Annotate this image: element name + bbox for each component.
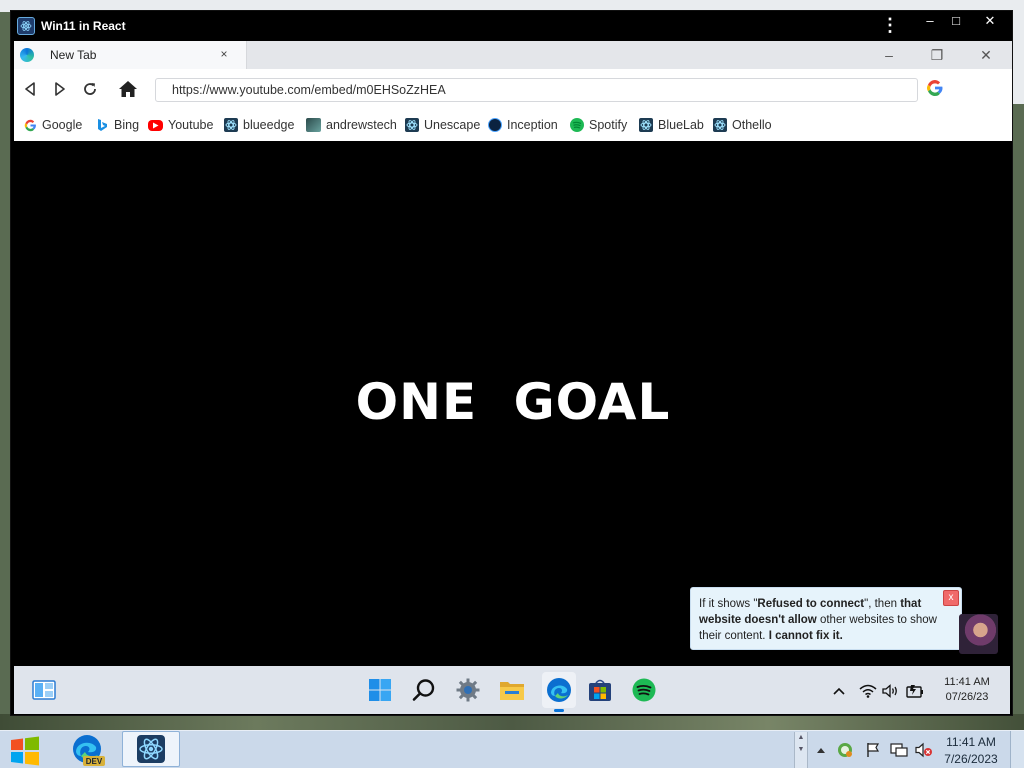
- windows-start-icon[interactable]: [367, 677, 393, 703]
- show-desktop-button[interactable]: [1010, 731, 1024, 768]
- taskbar-time[interactable]: 11:41 AM: [936, 676, 998, 688]
- react-icon: [639, 118, 653, 132]
- file-explorer-icon[interactable]: [499, 677, 525, 703]
- tab-new-tab[interactable]: New Tab ×: [14, 41, 247, 69]
- bookmark-bluelab[interactable]: BlueLab: [639, 117, 704, 133]
- chevron-up-icon[interactable]: [830, 682, 848, 700]
- bookmark-spotify[interactable]: Spotify: [570, 117, 627, 133]
- host-clock-time[interactable]: 11:41 AM: [940, 735, 1002, 749]
- spotify-icon[interactable]: [631, 677, 657, 703]
- react-icon: [405, 118, 419, 132]
- browser-toolbar: https://www.youtube.com/embed/m0EHSoZzHE…: [14, 69, 1012, 109]
- outer-minimize-button[interactable]: –: [917, 13, 943, 29]
- bookmark-label: BlueLab: [658, 118, 704, 132]
- reload-icon[interactable]: [80, 79, 100, 99]
- google-icon: [23, 118, 37, 132]
- widgets-icon[interactable]: [31, 677, 57, 703]
- browser-minimize-button[interactable]: –: [879, 47, 899, 63]
- bookmark-blueedge[interactable]: blueedge: [224, 117, 294, 133]
- edge-icon[interactable]: [542, 672, 576, 708]
- browser: New Tab × – ❐ ✕ https://www.youtube.com/…: [14, 41, 1012, 141]
- edge-dev-badge: DEV: [86, 757, 103, 766]
- active-app-indicator: [554, 709, 564, 712]
- react-icon: [713, 118, 727, 132]
- store-icon[interactable]: [587, 677, 613, 703]
- windows-start-icon[interactable]: [8, 736, 42, 766]
- address-url: https://www.youtube.com/embed/m0EHSoZzHE…: [172, 83, 446, 97]
- edge-icon: [20, 48, 34, 62]
- taskbar-date[interactable]: 07/26/23: [936, 691, 998, 703]
- bookmark-label: Unescape: [424, 118, 481, 132]
- notice-bold-cannot-fix: I cannot fix it.: [768, 630, 843, 642]
- settings-icon[interactable]: [455, 677, 481, 703]
- bookmark-bing[interactable]: Bing: [95, 117, 139, 133]
- avatar: [959, 614, 998, 654]
- action-center-flag-icon[interactable]: [864, 741, 882, 759]
- bookmark-othello[interactable]: Othello: [713, 117, 772, 133]
- google-icon[interactable]: [926, 79, 946, 99]
- taskbar-scroll-button[interactable]: ▲ ▼: [794, 732, 808, 768]
- andrewstech-icon: [306, 118, 321, 132]
- bing-icon: [95, 118, 109, 132]
- tab-title: New Tab: [50, 48, 97, 62]
- react-icon: [17, 17, 35, 35]
- notice-bold-refused: Refused to connect: [757, 598, 865, 610]
- bookmark-label: blueedge: [243, 118, 295, 132]
- host-clock-date[interactable]: 7/26/2023: [940, 752, 1002, 766]
- bookmark-label: andrewstech: [326, 118, 397, 132]
- update-icon[interactable]: [836, 741, 854, 759]
- host-taskbar: DEV ▲ ▼ 11:41 AM 7/26/2023: [0, 730, 1024, 768]
- bookmark-andrewstech[interactable]: andrewstech: [306, 117, 397, 133]
- more-vertical-icon[interactable]: ⋮: [881, 16, 899, 34]
- bookmark-label: Google: [42, 118, 83, 132]
- bookmarks-bar: Google Bing Youtube blueedge andrewstech…: [14, 109, 1012, 141]
- spotify-icon: [570, 118, 584, 132]
- outer-close-button[interactable]: ✕: [977, 13, 1003, 29]
- bookmark-label: Spotify: [589, 118, 628, 132]
- notice-close-button[interactable]: x: [943, 590, 959, 606]
- react-icon: [224, 118, 238, 132]
- host-wallpaper-strip: [0, 714, 1024, 730]
- bookmark-label: Bing: [114, 118, 140, 132]
- home-icon[interactable]: [118, 79, 138, 99]
- tab-bar: New Tab × – ❐ ✕: [14, 41, 1012, 69]
- window-title: Win11 in React: [41, 19, 126, 33]
- volume-icon[interactable]: [882, 682, 900, 700]
- browser-close-button[interactable]: ✕: [976, 47, 996, 63]
- chevron-up-icon[interactable]: [812, 741, 830, 759]
- inception-icon: [488, 118, 502, 132]
- network-icon[interactable]: [890, 741, 908, 759]
- bookmark-google[interactable]: Google: [23, 117, 82, 133]
- bookmark-inception[interactable]: Inception: [488, 117, 558, 133]
- outer-maximize-button[interactable]: □: [943, 13, 969, 29]
- bookmark-label: Youtube: [168, 118, 214, 132]
- notice-text: ", then: [864, 598, 901, 610]
- outer-titlebar[interactable]: Win11 in React ⋮ – □ ✕: [11, 11, 1012, 41]
- edge-dev-icon[interactable]: DEV: [70, 733, 106, 767]
- refused-connection-notice: If it shows "Refused to connect", then t…: [690, 587, 962, 650]
- video-frame-text: ONE GOAL: [355, 373, 671, 431]
- back-icon[interactable]: [20, 79, 40, 99]
- bookmark-youtube[interactable]: Youtube: [148, 117, 213, 133]
- bookmark-label: Inception: [507, 118, 558, 132]
- battery-icon[interactable]: [906, 682, 924, 700]
- bookmark-unescape[interactable]: Unescape: [405, 117, 480, 133]
- react-app-icon[interactable]: [122, 731, 180, 767]
- wifi-icon[interactable]: [859, 682, 877, 700]
- host-desktop-right: [1012, 0, 1024, 104]
- bookmark-label: Othello: [732, 118, 772, 132]
- notice-text: If it shows ": [699, 598, 758, 610]
- youtube-icon: [148, 119, 163, 131]
- volume-muted-icon[interactable]: [915, 741, 933, 759]
- search-icon[interactable]: [411, 677, 437, 703]
- address-bar[interactable]: https://www.youtube.com/embed/m0EHSoZzHE…: [155, 78, 918, 102]
- forward-icon[interactable]: [50, 79, 70, 99]
- win11-taskbar: 11:41 AM 07/26/23: [14, 666, 1010, 714]
- tab-close-button[interactable]: ×: [216, 46, 232, 62]
- browser-restore-button[interactable]: ❐: [927, 47, 947, 63]
